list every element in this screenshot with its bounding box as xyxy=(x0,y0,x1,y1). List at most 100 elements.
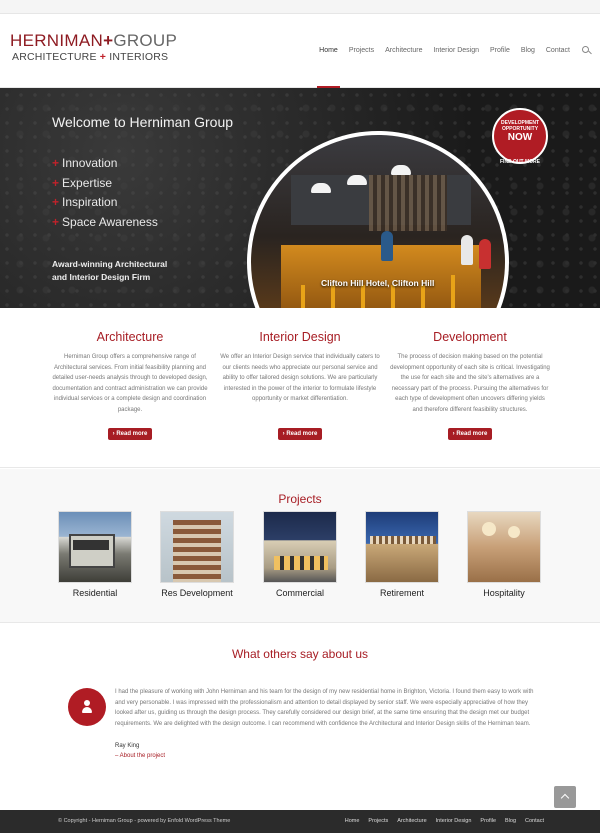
services-section: Architecture Herniman Group offers a com… xyxy=(0,308,600,468)
about-project-link[interactable]: – About the project xyxy=(115,753,165,759)
footer-nav-home[interactable]: Home xyxy=(345,818,360,824)
footer-nav-contact[interactable]: Contact xyxy=(525,818,544,824)
hero-award-line-1: Award-winning Architectural xyxy=(52,259,168,269)
service-title: Development xyxy=(433,330,507,344)
nav-interior-design[interactable]: Interior Design xyxy=(433,14,479,88)
read-more-button[interactable]: › Read more xyxy=(107,428,153,440)
logo[interactable]: Herniman+Group Architecture + Interiors xyxy=(10,32,180,66)
footer-nav-profile[interactable]: Profile xyxy=(480,818,496,824)
avatar xyxy=(68,688,106,726)
logo-line-1: Herniman+Group xyxy=(10,32,180,50)
nav-projects[interactable]: Projects xyxy=(349,14,374,88)
hero-caption: Clifton Hill Hotel, Clifton Hill xyxy=(321,278,435,288)
nav-blog[interactable]: Blog xyxy=(521,14,535,88)
site-header: Herniman+Group Architecture + Interiors … xyxy=(0,14,600,88)
hero-title: Welcome to Herniman Group xyxy=(52,114,234,130)
footer-nav-interior-design[interactable]: Interior Design xyxy=(436,818,472,824)
footer-nav-blog[interactable]: Blog xyxy=(505,818,516,824)
project-thumbnail[interactable] xyxy=(58,511,132,583)
footer-nav-architecture[interactable]: Architecture xyxy=(397,818,426,824)
project-residential[interactable]: Residential xyxy=(58,511,132,598)
image-stool xyxy=(451,275,455,308)
project-thumbnail[interactable] xyxy=(467,511,541,583)
hero-banner: Welcome to Herniman Group + Innovation + E… xyxy=(0,88,600,308)
plus-icon: + xyxy=(52,175,60,190)
service-title: Interior Design xyxy=(259,330,341,344)
project-thumbnail[interactable] xyxy=(263,511,337,583)
image-person xyxy=(461,235,473,265)
site-footer: © Copyright - Herniman Group - powered b… xyxy=(0,810,600,833)
project-thumbnail[interactable] xyxy=(365,511,439,583)
logo-plus: + xyxy=(103,31,114,50)
image-lamp xyxy=(347,175,367,185)
project-label[interactable]: Commercial xyxy=(263,588,337,598)
project-label[interactable]: Res Development xyxy=(160,588,234,598)
hero-feature: + Space Awareness xyxy=(52,213,158,233)
logo-line-2: Architecture + Interiors xyxy=(12,50,180,64)
image-stool xyxy=(391,285,395,308)
logo-architecture: Architecture xyxy=(12,51,97,63)
hero-feature-list: + Innovation + Expertise + Inspiration + Spa… xyxy=(52,154,158,232)
hero-feature: + Innovation xyxy=(52,154,158,174)
image-window xyxy=(73,540,109,550)
project-commercial[interactable]: Commercial xyxy=(263,511,337,598)
testimonial-author: Ray King xyxy=(115,743,140,749)
project-label[interactable]: Hospitality xyxy=(467,588,541,598)
search-icon[interactable] xyxy=(582,46,592,56)
plus-icon: + xyxy=(52,156,60,170)
nav-home[interactable]: Home xyxy=(317,14,340,88)
service-interior-design: Interior Design We offer an Interior Des… xyxy=(220,330,380,440)
project-thumbnail[interactable] xyxy=(160,511,234,583)
hero-feature-label: Space Awareness xyxy=(62,214,158,229)
hero-feature: + Inspiration xyxy=(52,193,158,213)
service-text: Herniman Group offers a comprehensive ra… xyxy=(52,354,208,413)
image-pendant xyxy=(508,526,520,538)
image-stool xyxy=(301,285,305,308)
image-building xyxy=(173,520,221,582)
service-architecture: Architecture Herniman Group offers a com… xyxy=(50,330,210,440)
user-icon xyxy=(84,700,90,706)
image-person xyxy=(381,231,393,261)
service-text: We offer an Interior Design service that… xyxy=(220,354,380,403)
scroll-to-top-button[interactable] xyxy=(554,786,576,808)
development-badge[interactable]: DEVELOPMENT OPPORTUNITY NOW xyxy=(492,108,548,164)
project-res-development[interactable]: Res Development xyxy=(160,511,234,598)
read-more-button[interactable]: › Read more xyxy=(447,428,493,440)
image-shelf xyxy=(369,175,447,231)
footer-nav: Home Projects Architecture Interior Desi… xyxy=(336,818,544,824)
image-stool xyxy=(361,285,365,308)
testimonials-title: What others say about us xyxy=(231,647,369,661)
image-pendant xyxy=(482,522,496,536)
read-more-button[interactable]: › Read more xyxy=(277,428,323,440)
hero-feature-label: Innovation xyxy=(62,156,118,170)
top-bar xyxy=(0,0,600,14)
hero-feature: + Expertise xyxy=(52,174,158,194)
image-storefront xyxy=(274,556,328,570)
image-lamp xyxy=(391,165,411,175)
projects-section: Projects Residential Res Development Com… xyxy=(0,469,600,623)
hero-award-line-2: and Interior Design Firm xyxy=(52,272,151,282)
image-person xyxy=(479,239,491,269)
footer-nav-projects[interactable]: Projects xyxy=(368,818,388,824)
logo-name: Herniman xyxy=(10,31,104,50)
logo-interiors: Interiors xyxy=(109,51,169,63)
project-hospitality[interactable]: Hospitality xyxy=(467,511,541,598)
hero-award-text: Award-winning Architectural and Interior… xyxy=(52,258,212,284)
nav-architecture[interactable]: Architecture xyxy=(385,14,422,88)
badge-line-3: NOW xyxy=(507,132,533,143)
hero-feature-label: Inspiration xyxy=(62,195,118,209)
testimonial-quote: I had the pleasure of working with John … xyxy=(115,689,534,727)
nav-contact[interactable]: Contact xyxy=(546,14,570,88)
plus-icon: + xyxy=(52,195,60,209)
project-retirement[interactable]: Retirement xyxy=(365,511,439,598)
image-stool xyxy=(331,285,335,308)
image-lamp xyxy=(311,183,331,193)
project-label[interactable]: Residential xyxy=(58,588,132,598)
project-label[interactable]: Retirement xyxy=(365,588,439,598)
nav-profile[interactable]: Profile xyxy=(490,14,510,88)
find-out-more-link[interactable]: FIND OUT MORE xyxy=(492,159,548,165)
projects-title: Projects xyxy=(278,492,322,506)
testimonials-section: What others say about us I had the pleas… xyxy=(0,624,600,806)
service-text: The process of decision making based on … xyxy=(390,354,550,413)
hero-feature-label: Expertise xyxy=(62,175,113,190)
